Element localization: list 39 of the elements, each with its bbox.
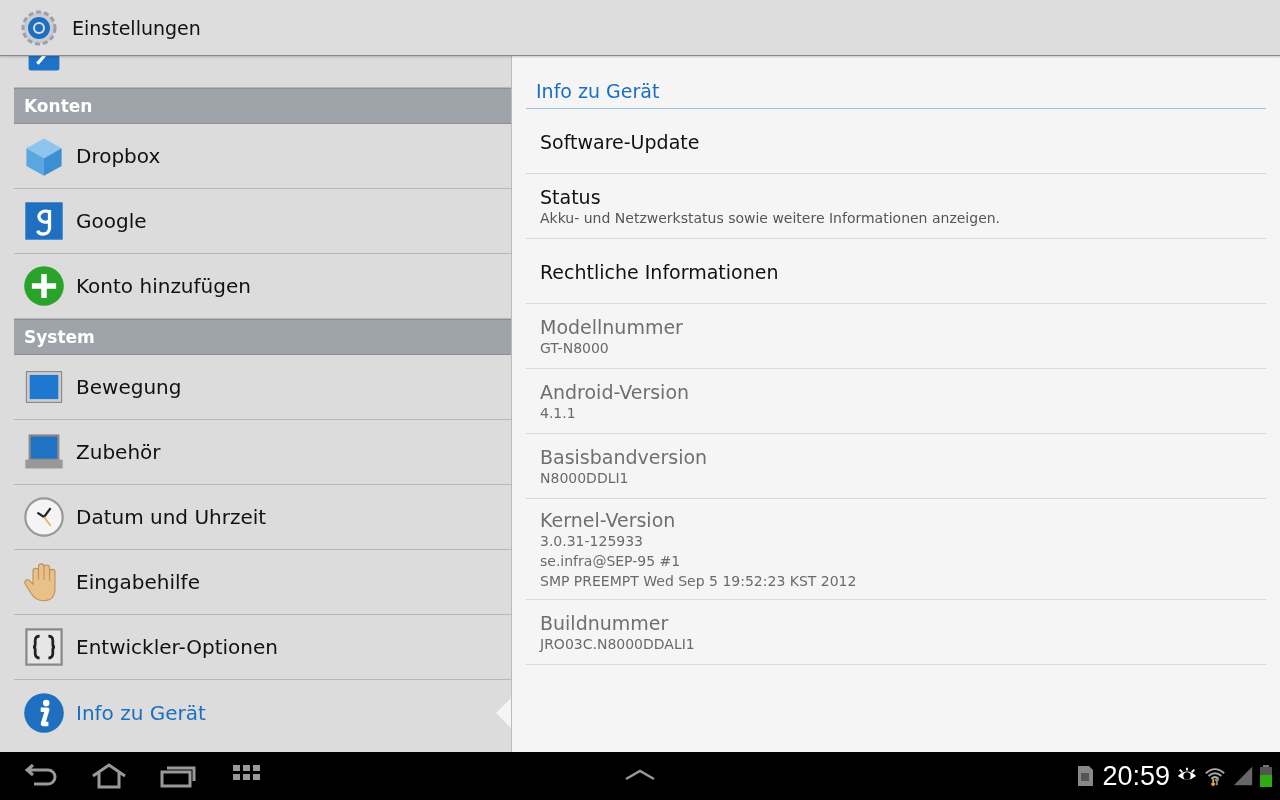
preference-title: Buildnummer: [540, 612, 670, 634]
plus-icon: [22, 264, 66, 308]
settings-item[interactable]: Entwickler-Optionen: [14, 615, 511, 680]
preference-summary: 3.0.31-125933: [540, 532, 645, 551]
battery-icon: [1260, 764, 1272, 788]
clock-icon: [22, 495, 66, 539]
letter-g-icon: [22, 199, 66, 243]
braces-icon: [22, 625, 66, 669]
preference-title: Rechtliche Informationen: [540, 261, 780, 283]
preference-title: Status: [540, 186, 602, 208]
info-icon: [22, 690, 66, 735]
gear-icon[interactable]: [21, 9, 57, 46]
settings-item[interactable]: Google: [14, 189, 511, 254]
preference-title: Kernel-Version: [540, 509, 677, 531]
app-title: Einstellungen: [72, 16, 201, 39]
settings-item[interactable]: Eingabehilfe: [14, 550, 511, 615]
section-header: Konten: [14, 88, 511, 124]
preference-item[interactable]: Software-Update: [526, 109, 1266, 174]
preference-title: Modellnummer: [540, 316, 684, 338]
settings-item[interactable]: Zubehör: [14, 420, 511, 485]
preference-summary: SMP PREEMPT Wed Sep 5 19:52:23 KST 2012: [540, 572, 858, 591]
preference-summary: Akku- und Netzwerkstatus sowie weitere Informationen anzeigen.: [540, 209, 1002, 228]
preference-item[interactable]: Rechtliche Informationen: [526, 239, 1266, 304]
preference-summary: N8000DDLI1: [540, 469, 630, 488]
preference-summary: 4.1.1: [540, 404, 577, 423]
signal-icon: [1232, 764, 1254, 788]
settings-item[interactable]: Datum und Uhrzeit: [14, 485, 511, 550]
preference-title: Software-Update: [540, 131, 701, 153]
preference-summary: se.infra@SEP-95 #1: [540, 552, 682, 571]
preference-summary: JRO03C.N8000DDALI1: [540, 635, 696, 654]
clock: 20:59: [1102, 760, 1170, 792]
settings-item[interactable]: Bewegung: [14, 355, 511, 420]
preference-title: Android-Version: [540, 381, 691, 403]
preference-item[interactable]: Status Akku- und Netzwerkstatus sowie weitere Informationen anzeigen.: [526, 174, 1266, 239]
section-title: Info zu Gerät: [526, 56, 1266, 109]
section-header: System: [14, 319, 511, 355]
settings-item[interactable]: Dropbox: [14, 124, 511, 189]
preference-summary: GT-N8000: [540, 339, 610, 358]
preference-title: Basisbandversion: [540, 446, 709, 468]
